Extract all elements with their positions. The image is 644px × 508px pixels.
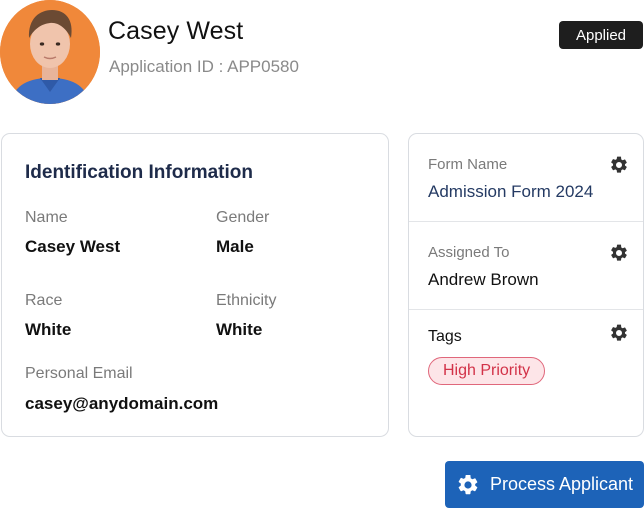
race-label: Race <box>25 292 63 309</box>
assigned-to-section: Assigned To Andrew Brown <box>409 222 643 310</box>
assigned-to-label: Assigned To <box>428 244 510 261</box>
name-value: Casey West <box>25 237 121 256</box>
form-name-section: Form Name Admission Form 2024 <box>409 134 643 222</box>
applicant-page: Casey West Application ID : APP0580 Appl… <box>0 0 644 508</box>
avatar-photo <box>0 0 100 104</box>
email-value: casey@anydomain.com <box>25 394 219 413</box>
email-label: Personal Email <box>25 365 133 382</box>
tag-high-priority[interactable]: High Priority <box>428 357 546 385</box>
gender-label: Gender <box>216 209 270 226</box>
process-applicant-label: Process Applicant <box>489 474 634 494</box>
tags-section: Tags High Priority <box>409 310 643 438</box>
gear-icon[interactable] <box>609 155 629 175</box>
assigned-to-value: Andrew Brown <box>428 270 539 289</box>
process-applicant-button[interactable]: Process Applicant <box>445 461 644 508</box>
section-title: Identification Information <box>25 162 253 183</box>
gear-icon <box>456 473 480 497</box>
application-id: Application ID : APP0580 <box>109 57 299 76</box>
tags-label: Tags <box>428 328 462 345</box>
gender-value: Male <box>216 237 254 256</box>
form-name-value[interactable]: Admission Form 2024 <box>428 182 593 202</box>
applicant-name: Casey West <box>108 17 244 45</box>
details-card: Form Name Admission Form 2024 Assigned T… <box>408 133 644 437</box>
identification-card: Identification Information Name Casey We… <box>1 133 389 437</box>
form-name-label: Form Name <box>428 156 508 173</box>
status-badge: Applied <box>559 21 643 49</box>
ethnicity-value: White <box>216 320 263 339</box>
gear-icon[interactable] <box>609 323 629 343</box>
race-value: White <box>25 320 72 339</box>
ethnicity-label: Ethnicity <box>216 292 277 309</box>
gear-icon[interactable] <box>609 243 629 263</box>
avatar <box>0 0 100 104</box>
name-label: Name <box>25 209 68 226</box>
